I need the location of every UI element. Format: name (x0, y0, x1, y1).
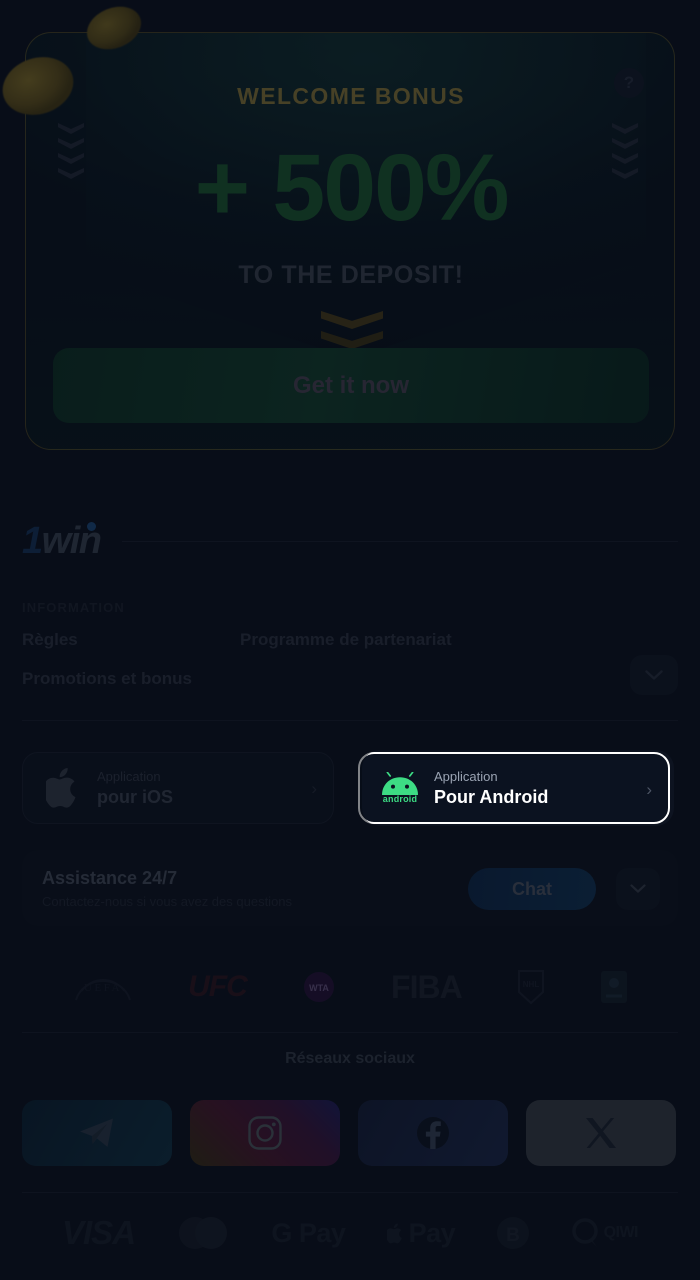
telegram-icon (80, 1118, 113, 1147)
link-programme-partenariat[interactable]: Programme de partenariat (240, 630, 452, 650)
payment-google-pay: G Pay (271, 1217, 346, 1248)
social-x-button[interactable] (526, 1100, 676, 1166)
footer-link-row: Promotions et bonus (22, 669, 622, 689)
ios-bottom-label: pour iOS (97, 786, 173, 807)
partner-logo-fiba: FIBA (391, 968, 463, 1006)
social-buttons-row (22, 1100, 678, 1166)
facebook-icon (417, 1117, 449, 1149)
gold-chevron-decor (321, 311, 383, 351)
payment-visa: VISA (62, 1214, 136, 1251)
footer-links: Règles Programme de partenariat Promotio… (22, 630, 622, 708)
payment-qiwi: QIWI (571, 1218, 639, 1248)
footer-divider-1 (22, 720, 678, 721)
ios-top-label: Application (97, 768, 161, 784)
app-card-android-text: Application Pour Android (434, 768, 548, 808)
chevron-down-icon (645, 669, 663, 680)
support-subtitle: Contactez-nous si vous avez des question… (42, 893, 293, 909)
android-top-label: Application (434, 768, 498, 784)
payment-bitcoin: B (496, 1216, 530, 1250)
chevron-right-icon: › (646, 780, 652, 799)
support-title: Assistance 24/7 (42, 867, 178, 888)
support-bar: Assistance 24/7 Contactez-nous si vous a… (22, 850, 678, 926)
fiba-wordmark: FIBA (391, 968, 463, 1005)
banner-amount: + 500% (194, 135, 510, 241)
logo-one: 1 (22, 520, 43, 562)
social-telegram-button[interactable] (22, 1100, 172, 1166)
page-root: WELCOME BONUS + 500% TO THE DEPOSIT! Get… (0, 0, 700, 1280)
social-facebook-button[interactable] (358, 1100, 508, 1166)
payment-logos-row-2: Skrill PAYEER (22, 1266, 678, 1280)
information-label: INFORMATION (22, 600, 125, 615)
footer-link-row: Règles Programme de partenariat (22, 630, 622, 650)
instagram-icon (248, 1116, 282, 1150)
link-regles[interactable]: Règles (22, 630, 240, 650)
partner-logos-row: UEFA UFC WTA FIBA NHL (22, 952, 678, 1022)
brand-logo[interactable]: 1win (22, 520, 102, 563)
android-icon: android (376, 772, 424, 804)
app-card-android[interactable]: android Application Pour Android › (358, 752, 670, 824)
chevron-right-icon: › (311, 779, 317, 798)
link-promotions-bonus[interactable]: Promotions et bonus (22, 669, 240, 689)
partner-logo-uefa: UEFA (72, 970, 134, 1004)
payment-apple-pay: Pay (386, 1218, 456, 1249)
chat-button[interactable]: Chat (468, 868, 596, 910)
ufc-wordmark: UFC (188, 970, 248, 1003)
apple-icon (39, 768, 87, 808)
app-card-ios-text: Application pour iOS (97, 768, 173, 808)
support-text: Assistance 24/7 Contactez-nous si vous a… (42, 868, 292, 909)
app-download-row: Application pour iOS › android Applicati… (22, 752, 678, 824)
support-more-button[interactable] (616, 868, 660, 910)
svg-text:NHL: NHL (523, 980, 540, 989)
svg-text:UEFA: UEFA (84, 982, 122, 994)
app-card-ios[interactable]: Application pour iOS › (22, 752, 334, 824)
footer-logo-row: 1win (22, 520, 678, 563)
social-instagram-button[interactable] (190, 1100, 340, 1166)
banner-title: WELCOME BONUS (237, 83, 465, 109)
welcome-bonus-banner: WELCOME BONUS + 500% TO THE DEPOSIT! Get… (0, 0, 700, 470)
partner-logo-nhl: NHL (516, 969, 546, 1005)
android-bottom-label: Pour Android (434, 786, 549, 807)
x-icon (586, 1118, 616, 1148)
get-it-now-button[interactable]: Get it now (53, 348, 649, 423)
partner-logo-6 (600, 970, 628, 1004)
footer-expand-button[interactable] (630, 655, 678, 695)
footer-divider-3 (22, 1192, 678, 1193)
payment-logos-row-1: VISA G Pay Pay B QIWI (22, 1198, 678, 1268)
banner-subtitle: TO THE DEPOSIT! (238, 261, 464, 289)
chevron-down-icon (630, 884, 646, 893)
android-wordmark: android (382, 794, 418, 804)
partner-logo-wta: WTA (301, 969, 337, 1005)
svg-text:B: B (507, 1225, 521, 1246)
social-section-label: Réseaux sociaux (285, 1050, 415, 1067)
footer-divider-2 (22, 1032, 678, 1033)
partner-logo-ufc: UFC (188, 970, 248, 1004)
payment-mastercard (176, 1216, 230, 1250)
bonus-card: WELCOME BONUS + 500% TO THE DEPOSIT! Get… (25, 32, 675, 450)
help-icon[interactable]: ? (614, 68, 644, 98)
svg-text:WTA: WTA (309, 983, 329, 993)
logo-divider (122, 541, 678, 542)
